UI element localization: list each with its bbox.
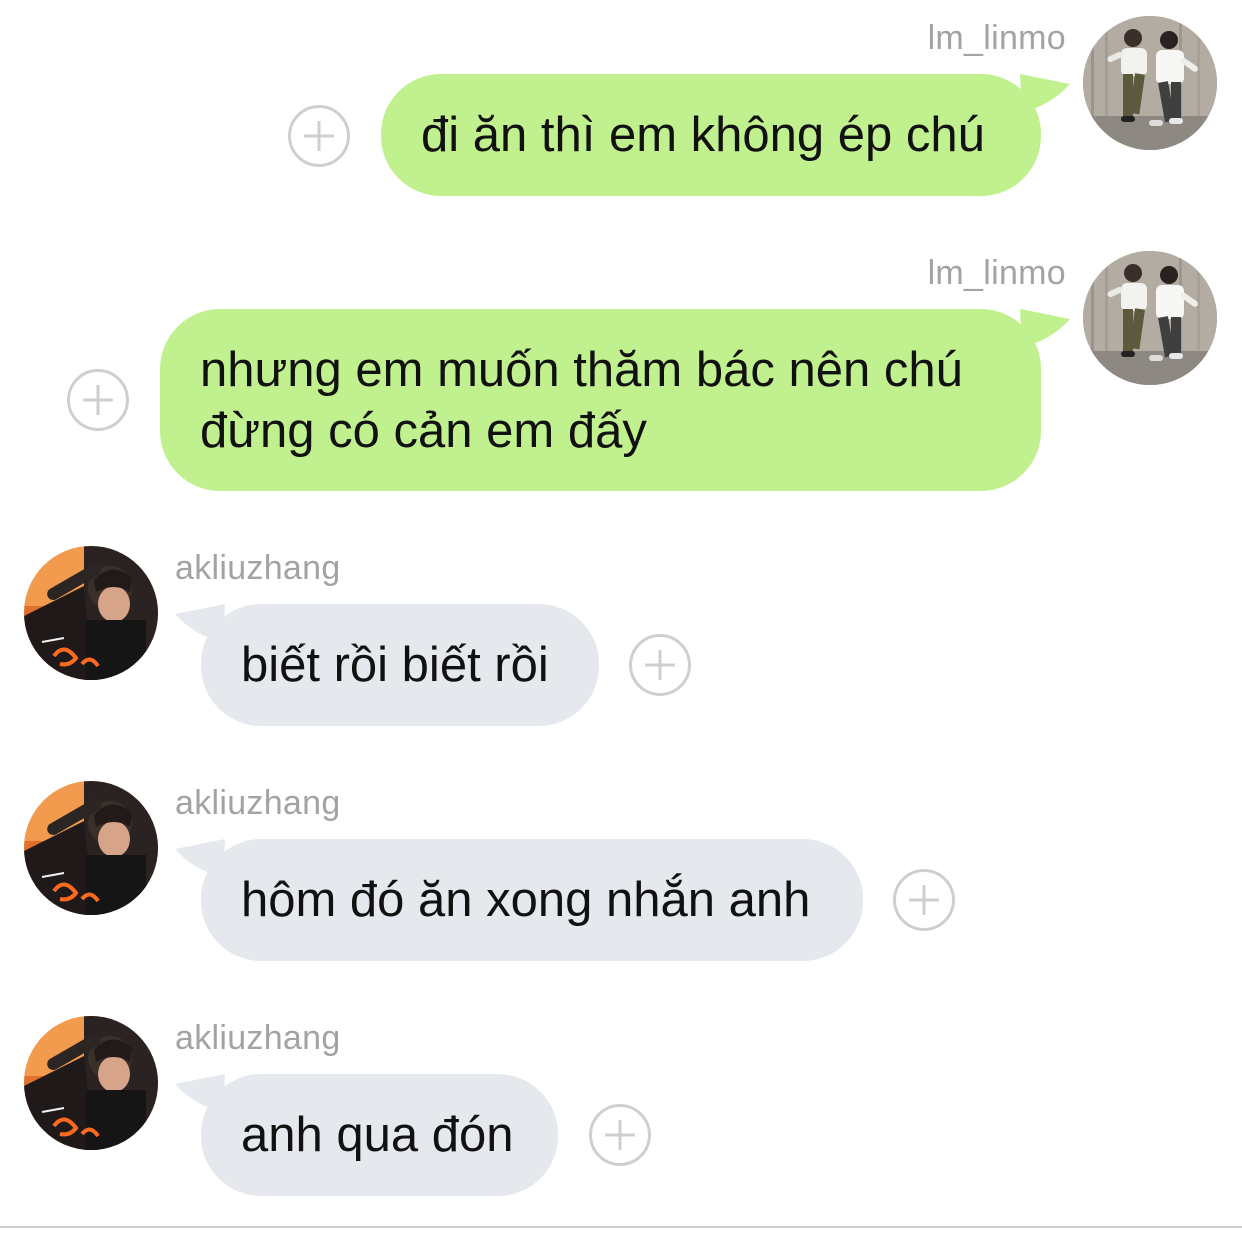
bottom-divider [0, 1226, 1242, 1228]
message-incoming: akliuzhang anh qua đón [0, 0, 1242, 1210]
message-bubble[interactable]: anh qua đón [201, 1074, 558, 1196]
message-text: anh qua đón [241, 1108, 514, 1162]
sender-name: akliuzhang [175, 1019, 341, 1057]
avatar[interactable] [24, 1016, 158, 1150]
plus-circle-icon[interactable] [588, 1103, 652, 1167]
chat-thread: lm_linmo đi ăn thì em không ép chú lm_li… [0, 0, 1242, 1234]
profile-photo-person-orange [24, 1016, 158, 1150]
